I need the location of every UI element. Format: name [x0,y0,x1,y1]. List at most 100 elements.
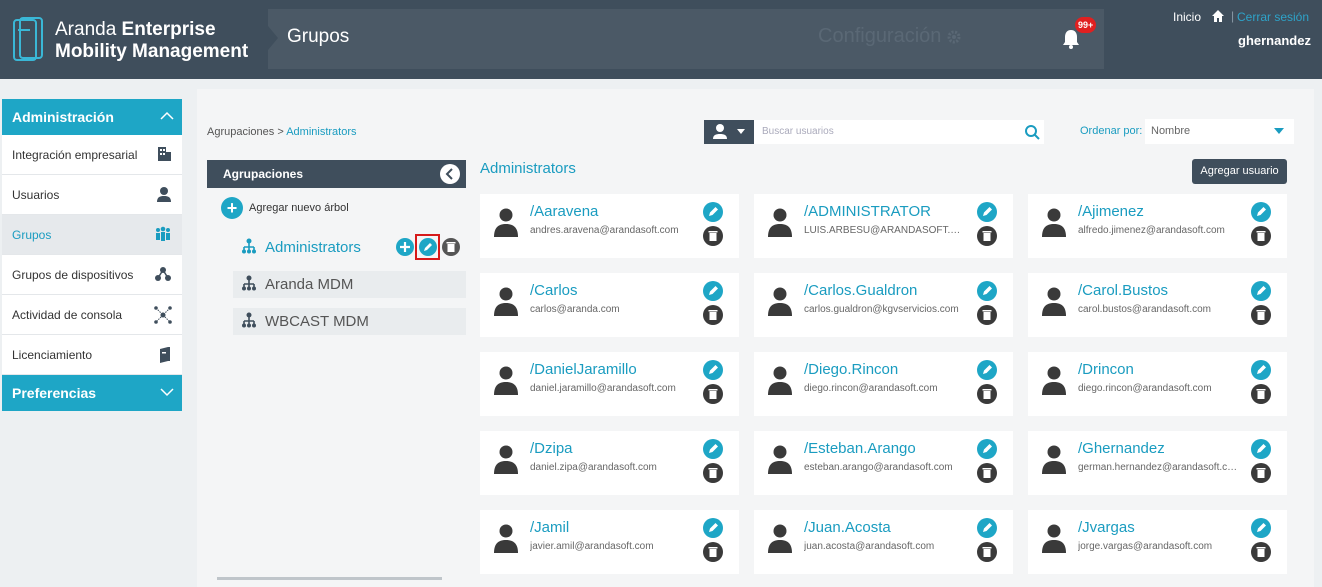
user-card[interactable]: /Carlos carlos@aranda.com [480,273,739,337]
user-email: diego.rincon@arandasoft.com [804,383,938,394]
user-card[interactable]: /Jvargas jorge.vargas@arandasoft.com [1028,510,1287,574]
user-name[interactable]: /Ajimenez [1078,203,1144,220]
user-card[interactable]: /Carol.Bustos carol.bustos@arandasoft.com [1028,273,1287,337]
sidebar-section-preferencias[interactable]: Preferencias [2,375,182,411]
delete-group-button[interactable] [442,238,460,256]
user-name[interactable]: /Ghernandez [1078,440,1165,457]
delete-user-button[interactable] [1251,463,1271,483]
delete-user-button[interactable] [977,463,997,483]
user-avatar-icon [767,444,793,479]
user-name[interactable]: /Carlos [530,282,578,299]
user-avatar-icon [767,523,793,558]
edit-user-button[interactable] [977,202,997,222]
user-email: carlos.gualdron@kgvservicios.com [804,304,959,315]
user-card[interactable]: /Jamil javier.amil@arandasoft.com [480,510,739,574]
home-icon[interactable] [1211,9,1225,23]
user-card[interactable]: /DanielJaramillo daniel.jaramillo@arandas… [480,352,739,416]
add-subgroup-button[interactable] [396,238,414,256]
delete-user-button[interactable] [703,542,723,562]
sidebar-section-administracion[interactable]: Administración [2,99,182,135]
user-card[interactable]: /Carlos.Gualdron carlos.gualdron@kgvservi… [754,273,1013,337]
delete-user-button[interactable] [703,384,723,404]
device-group-icon [155,267,171,281]
user-card[interactable]: /ADMINISTRATOR LUIS.ARBESU@ARANDASOFT.COM [754,194,1013,258]
edit-user-button[interactable] [1251,439,1271,459]
add-tree-button[interactable]: + Agregar nuevo árbol [221,197,349,219]
users-section-title: Administrators [480,160,576,177]
edit-user-button[interactable] [1251,360,1271,380]
delete-user-button[interactable] [1251,384,1271,404]
config-menu[interactable]: Configuración [818,25,961,48]
sidebar-item-integracion[interactable]: Integración empresarial [2,135,182,175]
delete-user-button[interactable] [703,463,723,483]
edit-user-button[interactable] [703,202,723,222]
user-name[interactable]: /DanielJaramillo [530,361,637,378]
edit-user-button[interactable] [1251,202,1271,222]
delete-user-button[interactable] [977,384,997,404]
delete-user-button[interactable] [977,226,997,246]
user-card[interactable]: /Aaravena andres.aravena@arandasoft.com [480,194,739,258]
sidebar-item-grupos-dispositivos[interactable]: Grupos de dispositivos [2,255,182,295]
collapse-panel-button[interactable] [440,164,460,184]
hierarchy-icon [242,275,256,291]
chevron-left-icon [445,168,453,180]
user-card[interactable]: /Juan.Acosta juan.acosta@arandasoft.com [754,510,1013,574]
user-name[interactable]: /Esteban.Arango [804,440,916,457]
edit-user-button[interactable] [977,439,997,459]
delete-user-button[interactable] [703,226,723,246]
user-card[interactable]: /Ajimenez alfredo.jimenez@arandasoft.com [1028,194,1287,258]
edit-user-button[interactable] [703,281,723,301]
add-user-button[interactable]: Agregar usuario [1192,159,1287,184]
sidebar-item-grupos[interactable]: Grupos [2,215,182,255]
user-name[interactable]: /Drincon [1078,361,1134,378]
user-avatar-icon [1041,286,1067,321]
user-avatar-icon [493,444,519,479]
edit-user-button[interactable] [977,518,997,538]
user-email: LUIS.ARBESU@ARANDASOFT.COM [804,225,966,236]
user-card[interactable]: /Dzipa daniel.zipa@arandasoft.com [480,431,739,495]
plus-icon [400,242,410,252]
user-name[interactable]: /Carlos.Gualdron [804,282,917,299]
breadcrumb-current[interactable]: Administrators [286,126,356,138]
sidebar-item-usuarios[interactable]: Usuarios [2,175,182,215]
inicio-link[interactable]: Inicio [1173,10,1201,24]
page-title: Grupos [287,26,350,47]
user-card[interactable]: /Drincon diego.rincon@arandasoft.com [1028,352,1287,416]
edit-user-button[interactable] [703,518,723,538]
user-email: german.hernandez@arandasoft.com [1078,462,1240,473]
edit-user-button[interactable] [977,360,997,380]
sort-select[interactable]: Nombre [1145,119,1294,144]
user-card[interactable]: /Ghernandez german.hernandez@arandasoft.c… [1028,431,1287,495]
edit-user-button[interactable] [703,360,723,380]
delete-user-button[interactable] [977,542,997,562]
delete-user-button[interactable] [977,305,997,325]
search-icon[interactable] [1024,124,1040,140]
search-type-dropdown[interactable] [704,120,754,144]
search-input[interactable]: Buscar usuarios [762,126,834,137]
user-name[interactable]: /Carol.Bustos [1078,282,1168,299]
sidebar-item-actividad[interactable]: Actividad de consola [2,295,182,335]
user-card[interactable]: /Diego.Rincon diego.rincon@arandasoft.com [754,352,1013,416]
edit-user-button[interactable] [977,281,997,301]
user-name[interactable]: /ADMINISTRATOR [804,203,931,220]
user-name[interactable]: /Dzipa [530,440,573,457]
tree-node-aranda-mdm[interactable]: Aranda MDM [233,271,466,298]
delete-user-button[interactable] [703,305,723,325]
edit-user-button[interactable] [703,439,723,459]
edit-user-button[interactable] [1251,518,1271,538]
user-name[interactable]: /Diego.Rincon [804,361,898,378]
user-avatar-icon [767,286,793,321]
delete-user-button[interactable] [1251,542,1271,562]
user-card[interactable]: /Esteban.Arango esteban.arango@arandasoft… [754,431,1013,495]
user-name[interactable]: /Aaravena [530,203,598,220]
delete-user-button[interactable] [1251,305,1271,325]
sidebar-item-licenciamiento[interactable]: Licenciamiento [2,335,182,375]
delete-user-button[interactable] [1251,226,1271,246]
user-name[interactable]: /Jvargas [1078,519,1135,536]
user-name[interactable]: /Juan.Acosta [804,519,891,536]
tree-node-wbcast-mdm[interactable]: WBCAST MDM [233,308,466,335]
edit-user-button[interactable] [1251,281,1271,301]
user-name[interactable]: /Jamil [530,519,569,536]
logout-link[interactable]: Cerrar sesión [1237,10,1309,24]
tree-scrollbar[interactable] [217,577,442,580]
